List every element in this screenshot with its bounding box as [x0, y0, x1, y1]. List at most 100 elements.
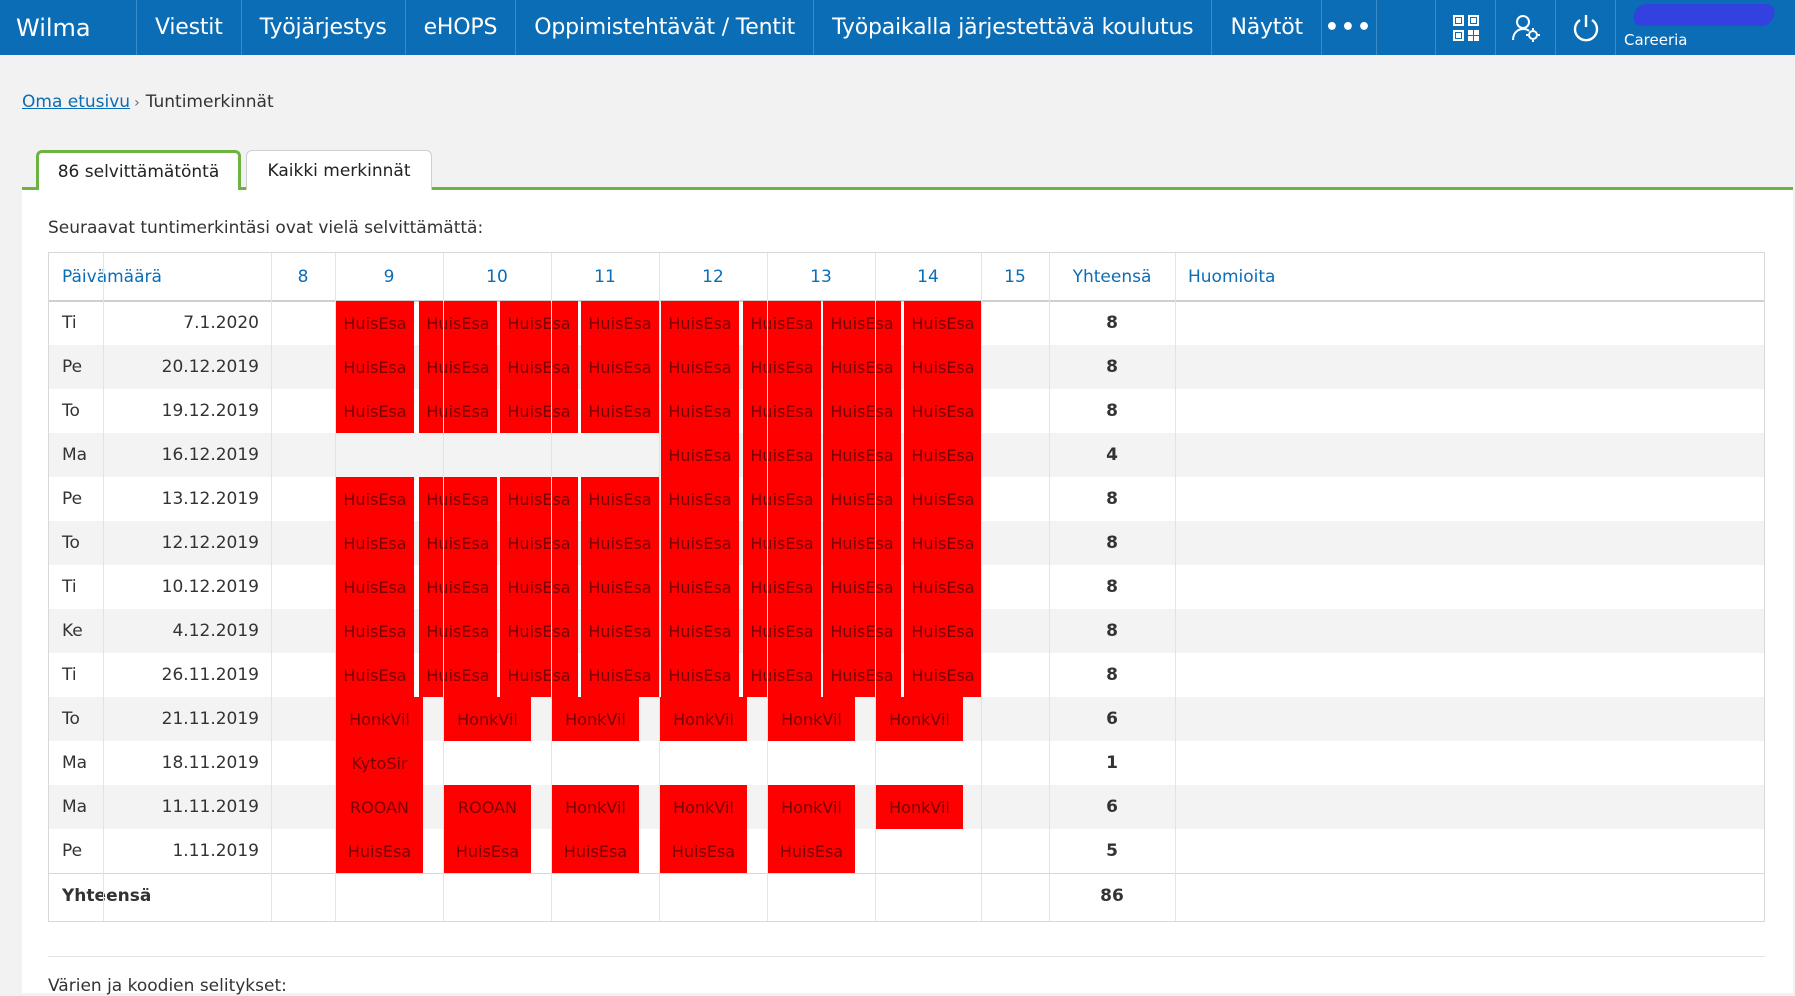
absence-mark[interactable]: HuisEsa	[500, 389, 578, 433]
absence-mark[interactable]: HuisEsa	[581, 609, 659, 653]
nav-item-tyojarjestys[interactable]: Työjärjestys	[242, 0, 406, 55]
organization-switcher[interactable]: Careeria	[1615, 0, 1795, 55]
absence-mark[interactable]: HuisEsa	[552, 829, 639, 873]
absence-mark[interactable]: HuisEsa	[581, 477, 659, 521]
absence-mark[interactable]: HuisEsa	[904, 301, 982, 345]
absence-mark[interactable]: HonkVil	[336, 697, 423, 741]
absence-mark[interactable]: HuisEsa	[743, 477, 821, 521]
absence-mark[interactable]: HuisEsa	[336, 565, 414, 609]
absence-mark[interactable]: HuisEsa	[336, 301, 414, 345]
tab-all-entries[interactable]: Kaikki merkinnät	[246, 150, 432, 190]
absence-mark[interactable]: HuisEsa	[661, 477, 739, 521]
absence-mark[interactable]: HuisEsa	[904, 565, 982, 609]
absence-mark[interactable]: HuisEsa	[419, 609, 497, 653]
absence-mark[interactable]: HuisEsa	[336, 477, 414, 521]
absence-mark[interactable]: HuisEsa	[743, 521, 821, 565]
absence-mark[interactable]: HuisEsa	[743, 301, 821, 345]
absence-mark[interactable]: HuisEsa	[500, 301, 578, 345]
absence-mark[interactable]: HuisEsa	[743, 345, 821, 389]
absence-mark[interactable]: ROOAN	[336, 785, 423, 829]
absence-mark[interactable]: HonkVil	[444, 697, 531, 741]
nav-item-ehops[interactable]: eHOPS	[406, 0, 517, 55]
absence-mark[interactable]: HuisEsa	[500, 565, 578, 609]
nav-item-naytot[interactable]: Näytöt	[1212, 0, 1322, 55]
absence-mark[interactable]: HuisEsa	[581, 301, 659, 345]
absence-mark[interactable]: HuisEsa	[419, 565, 497, 609]
absence-mark[interactable]: HuisEsa	[823, 653, 901, 697]
absence-mark[interactable]: HuisEsa	[581, 565, 659, 609]
absence-mark[interactable]: HuisEsa	[661, 521, 739, 565]
absence-mark[interactable]: HuisEsa	[419, 301, 497, 345]
qr-code-icon[interactable]	[1435, 0, 1495, 55]
absence-mark[interactable]: HuisEsa	[904, 521, 982, 565]
absence-mark[interactable]: HuisEsa	[823, 301, 901, 345]
absence-mark[interactable]: HuisEsa	[661, 653, 739, 697]
absence-mark[interactable]: HuisEsa	[743, 433, 821, 477]
more-menu-button[interactable]: •••	[1322, 0, 1377, 55]
absence-mark[interactable]: HuisEsa	[904, 609, 982, 653]
absence-mark[interactable]: HuisEsa	[419, 477, 497, 521]
absence-mark[interactable]: HuisEsa	[336, 829, 423, 873]
absence-mark[interactable]: HonkVil	[552, 785, 639, 829]
absence-mark[interactable]: HuisEsa	[336, 521, 414, 565]
absence-mark[interactable]: HonkVil	[768, 785, 855, 829]
absence-mark[interactable]: HonkVil	[660, 697, 747, 741]
absence-mark[interactable]: HuisEsa	[581, 521, 659, 565]
absence-mark[interactable]: HonkVil	[552, 697, 639, 741]
absence-mark[interactable]: HuisEsa	[500, 345, 578, 389]
absence-mark[interactable]: HonkVil	[768, 697, 855, 741]
absence-mark[interactable]: HuisEsa	[661, 301, 739, 345]
brand-link[interactable]: Wilma	[0, 0, 137, 55]
absence-mark[interactable]: HuisEsa	[823, 477, 901, 521]
absence-mark[interactable]: HuisEsa	[500, 653, 578, 697]
absence-mark[interactable]: HuisEsa	[500, 609, 578, 653]
power-icon[interactable]	[1555, 0, 1615, 55]
absence-mark[interactable]: HuisEsa	[904, 433, 982, 477]
absence-mark[interactable]: KytoSir	[336, 741, 423, 785]
absence-mark[interactable]: HuisEsa	[500, 477, 578, 521]
absence-mark[interactable]: HuisEsa	[768, 829, 855, 873]
absence-mark[interactable]: HuisEsa	[661, 609, 739, 653]
absence-mark[interactable]: HuisEsa	[904, 477, 982, 521]
absence-mark[interactable]: HuisEsa	[661, 433, 739, 477]
absence-mark[interactable]: HuisEsa	[904, 345, 982, 389]
absence-mark[interactable]: HuisEsa	[823, 433, 901, 477]
user-settings-icon[interactable]	[1495, 0, 1555, 55]
absence-mark[interactable]: HuisEsa	[823, 345, 901, 389]
absence-mark[interactable]: HuisEsa	[661, 389, 739, 433]
absence-mark[interactable]: HuisEsa	[336, 653, 414, 697]
absence-mark[interactable]: HonkVil	[876, 697, 963, 741]
absence-mark[interactable]: HonkVil	[660, 785, 747, 829]
absence-mark[interactable]: HuisEsa	[904, 653, 982, 697]
breadcrumb-home-link[interactable]: Oma etusivu	[22, 92, 130, 112]
absence-mark[interactable]: HuisEsa	[660, 829, 747, 873]
absence-mark[interactable]: HuisEsa	[419, 653, 497, 697]
absence-mark[interactable]: HuisEsa	[581, 345, 659, 389]
absence-mark[interactable]: HuisEsa	[823, 609, 901, 653]
absence-mark[interactable]: HuisEsa	[743, 565, 821, 609]
absence-mark[interactable]: HuisEsa	[743, 389, 821, 433]
absence-mark[interactable]: HuisEsa	[904, 389, 982, 433]
absence-mark[interactable]: HuisEsa	[419, 389, 497, 433]
nav-item-viestit[interactable]: Viestit	[137, 0, 242, 55]
nav-item-tyopaikalla[interactable]: Työpaikalla järjestettävä koulutus	[814, 0, 1213, 55]
absence-mark[interactable]: HuisEsa	[661, 345, 739, 389]
absence-mark[interactable]: HuisEsa	[581, 653, 659, 697]
absence-mark[interactable]: HuisEsa	[743, 609, 821, 653]
tab-unresolved[interactable]: 86 selvittämätöntä	[36, 150, 241, 193]
absence-mark[interactable]: HuisEsa	[823, 389, 901, 433]
absence-mark[interactable]: HuisEsa	[823, 521, 901, 565]
absence-mark[interactable]: ROOAN	[444, 785, 531, 829]
absence-mark[interactable]: HuisEsa	[336, 345, 414, 389]
absence-mark[interactable]: HuisEsa	[336, 389, 414, 433]
absence-mark[interactable]: HuisEsa	[823, 565, 901, 609]
absence-mark[interactable]: HuisEsa	[419, 345, 497, 389]
absence-mark[interactable]: HuisEsa	[336, 609, 414, 653]
absence-mark[interactable]: HuisEsa	[500, 521, 578, 565]
absence-mark[interactable]: HuisEsa	[743, 653, 821, 697]
absence-mark[interactable]: HonkVil	[876, 785, 963, 829]
absence-mark[interactable]: HuisEsa	[581, 389, 659, 433]
absence-mark[interactable]: HuisEsa	[444, 829, 531, 873]
absence-mark[interactable]: HuisEsa	[661, 565, 739, 609]
absence-mark[interactable]: HuisEsa	[419, 521, 497, 565]
